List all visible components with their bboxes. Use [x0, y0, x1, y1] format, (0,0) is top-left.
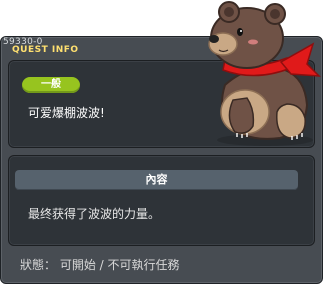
content-header: 內容: [15, 170, 298, 190]
quest-status: 狀態： 可開始 / 不可執行任務: [20, 258, 180, 272]
category-badge: 一般: [22, 77, 80, 93]
window-title: QUEST INFO: [12, 45, 79, 55]
quest-name: 可爱爆棚波波!: [28, 106, 105, 120]
brown-bear-with-red-scarf-icon: [208, 1, 321, 146]
content-text: 最终获得了波波的力量。: [28, 207, 161, 221]
quest-content-panel: [8, 155, 315, 246]
